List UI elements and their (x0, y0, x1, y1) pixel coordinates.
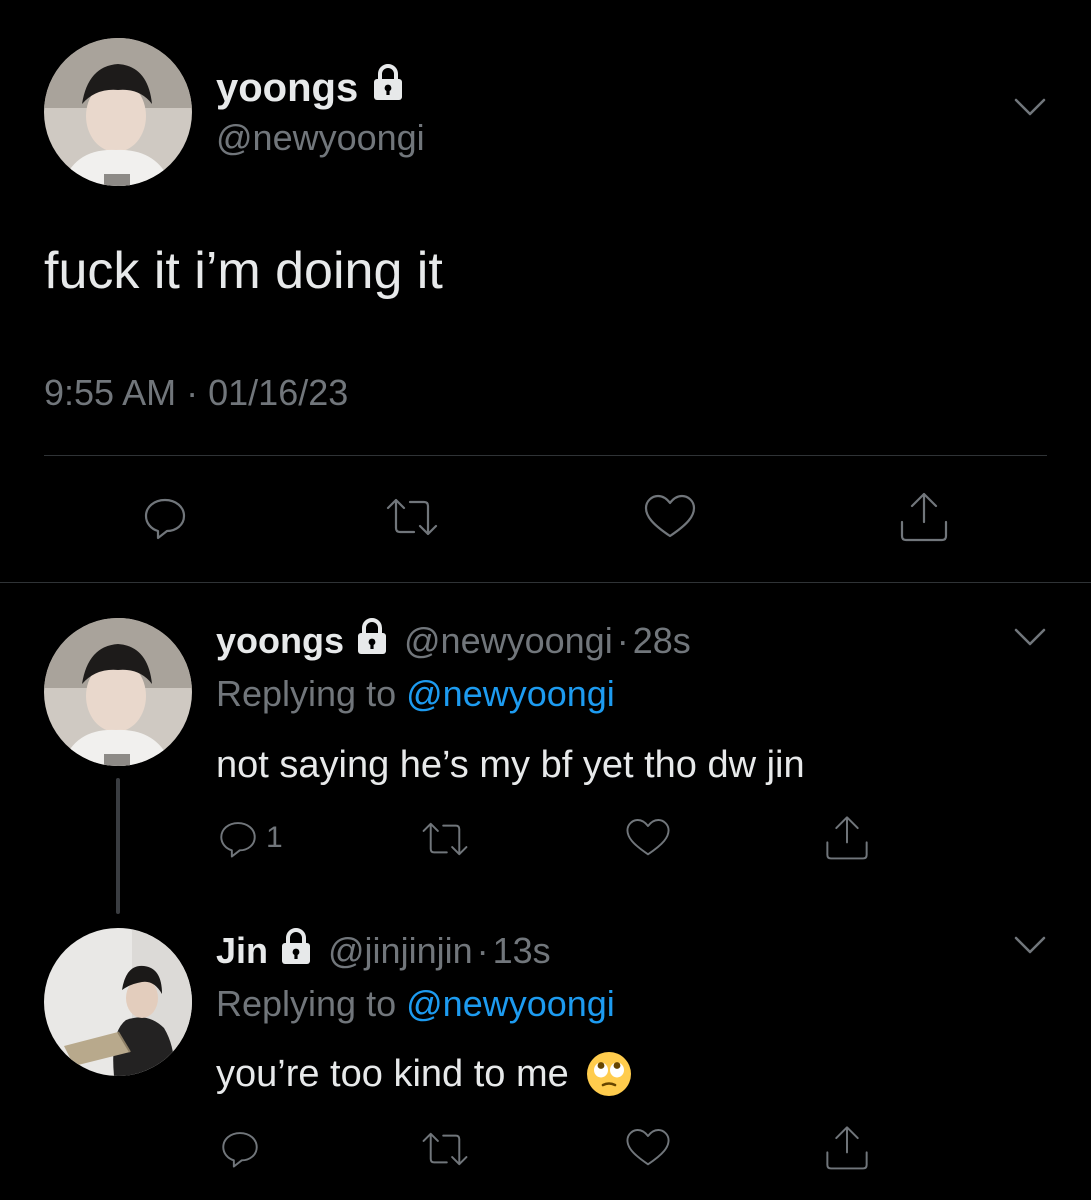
reply-icon (144, 498, 186, 540)
reply-icon (222, 1132, 258, 1168)
share-icon (826, 816, 868, 860)
like-button[interactable] (624, 1126, 672, 1170)
tweet-timestamp[interactable]: 9:55 AM · 01/16/23 (44, 370, 348, 416)
timestamp-separator: · (186, 372, 199, 413)
retweet-icon (386, 498, 438, 536)
avatar[interactable] (44, 928, 192, 1076)
avatar-image (44, 928, 192, 1076)
heart-icon (626, 1129, 670, 1166)
author-handle[interactable]: @jinjinjin (328, 929, 473, 973)
chevron-down-icon (1014, 628, 1046, 646)
meta-separator: · (616, 620, 629, 661)
avatar-image (44, 618, 192, 766)
avatar[interactable] (44, 38, 192, 186)
reply-button[interactable]: 1 (216, 816, 283, 860)
reply-button[interactable] (218, 1126, 262, 1170)
meta-separator: · (476, 930, 489, 971)
eye-roll-emoji: 🙄 (585, 1050, 633, 1098)
replying-to-label: Replying to (216, 673, 397, 714)
more-options-button[interactable] (1012, 626, 1048, 653)
retweet-icon (422, 822, 468, 856)
replying-to-handle[interactable]: @newyoongi (406, 673, 615, 714)
tweet-age[interactable]: 13s (493, 929, 551, 973)
tweet-text-body: not saying he’s my bf yet tho dw jin (216, 744, 805, 786)
author-name[interactable]: yoongs (216, 619, 344, 663)
reply-count: 1 (266, 821, 283, 854)
more-options-button[interactable] (1012, 934, 1048, 961)
lock-icon (278, 926, 314, 976)
more-options-button[interactable] (1012, 96, 1048, 123)
share-button[interactable] (896, 488, 952, 544)
share-button[interactable] (822, 812, 872, 862)
share-icon (900, 492, 948, 542)
divider (0, 582, 1091, 583)
author-name-row: yoongs (216, 62, 406, 113)
author-handle[interactable]: @newyoongi (404, 619, 613, 663)
retweet-button[interactable] (384, 494, 440, 540)
author-name[interactable]: Jin (216, 929, 268, 973)
lock-icon (354, 616, 390, 666)
retweet-icon (422, 1132, 468, 1166)
reply-icon (220, 822, 256, 858)
chevron-down-icon (1014, 936, 1046, 954)
thread-connector (116, 778, 120, 914)
reply-button[interactable] (140, 492, 190, 542)
reply-header: yoongs @newyoongi · 28s (216, 616, 691, 666)
share-button[interactable] (822, 1122, 872, 1172)
divider (44, 455, 1047, 456)
tweet-age[interactable]: 28s (633, 619, 691, 663)
author-handle[interactable]: @newyoongi (216, 116, 425, 160)
reply-header: Jin @jinjinjin · 13s (216, 926, 551, 976)
tweet-text-body: you’re too kind to me (216, 1053, 569, 1095)
replying-to-handle[interactable]: @newyoongi (406, 983, 615, 1024)
replying-to-label: Replying to (216, 983, 397, 1024)
retweet-button[interactable] (420, 818, 470, 860)
author-name[interactable]: yoongs (216, 64, 358, 112)
share-icon (826, 1126, 868, 1170)
like-button[interactable] (642, 492, 698, 542)
tweet-text: you’re too kind to me 🙄 (216, 1050, 633, 1098)
heart-icon (626, 819, 670, 856)
replying-to: Replying to @newyoongi (216, 982, 615, 1026)
retweet-button[interactable] (420, 1128, 470, 1170)
heart-icon (644, 494, 696, 538)
chevron-down-icon (1014, 98, 1046, 116)
tweet-text: fuck it i’m doing it (44, 242, 443, 300)
replying-to: Replying to @newyoongi (216, 672, 615, 716)
lock-icon (370, 62, 406, 113)
tweet-time: 9:55 AM (44, 372, 177, 413)
avatar[interactable] (44, 618, 192, 766)
tweet-date: 01/16/23 (208, 372, 349, 413)
avatar-image (44, 38, 192, 186)
like-button[interactable] (624, 816, 672, 860)
tweet-text: not saying he’s my bf yet tho dw jin (216, 742, 805, 788)
